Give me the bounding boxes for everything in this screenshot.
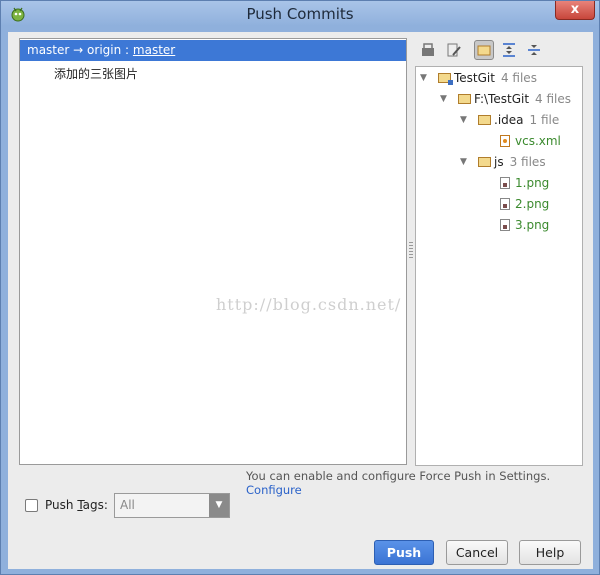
tree-dir-name: F:\TestGit <box>474 92 530 106</box>
folder-icon <box>478 157 491 167</box>
tree-file-name: 2.png <box>515 197 550 211</box>
tree-idea-name: .idea <box>494 113 524 127</box>
tree-node-file[interactable]: 2.png <box>500 195 549 213</box>
tree-node-file[interactable]: 1.png <box>500 174 549 192</box>
push-button[interactable]: Push <box>374 540 434 565</box>
folder-icon <box>458 94 471 104</box>
collapse-all-button[interactable] <box>524 40 544 60</box>
tree-js-name: js <box>494 155 504 169</box>
tree-node-js[interactable]: ▼ js 3 files <box>460 153 546 171</box>
arrow-icon: → <box>73 43 84 57</box>
group-by-directory-button[interactable] <box>474 40 494 60</box>
show-diff-button[interactable] <box>418 40 438 60</box>
splitter-handle[interactable] <box>409 242 413 258</box>
tree-dir-count: 4 files <box>535 92 572 106</box>
tree-root-count: 4 files <box>500 71 537 85</box>
image-file-icon <box>500 198 510 210</box>
collapse-all-icon <box>528 45 540 55</box>
tree-js-count: 3 files <box>509 155 546 169</box>
collapse-arrow-icon[interactable]: ▼ <box>440 90 447 108</box>
collapse-arrow-icon[interactable]: ▼ <box>420 69 427 87</box>
configure-link[interactable]: Configure <box>246 483 302 497</box>
edit-source-button[interactable] <box>444 40 464 60</box>
close-button[interactable]: x <box>555 1 595 20</box>
branch-row[interactable]: master → origin : master <box>20 40 406 61</box>
edit-source-icon <box>447 43 461 57</box>
tree-file-name: 3.png <box>515 218 550 232</box>
force-push-hint: You can enable and configure Force Push … <box>246 469 593 497</box>
branch-separator: : <box>125 43 130 57</box>
push-tags-label-prefix: Push <box>45 498 78 512</box>
push-commits-dialog: Push Commits x master → origin : master … <box>0 0 600 575</box>
tree-node-idea[interactable]: ▼ .idea 1 file <box>460 111 559 129</box>
tree-vcs-name: vcs.xml <box>515 134 561 148</box>
xml-file-icon <box>500 135 510 147</box>
group-by-directory-icon <box>477 45 491 56</box>
source-branch: master <box>27 43 70 57</box>
push-tags-label-suffix: ags: <box>82 498 108 512</box>
expand-all-button[interactable] <box>499 40 519 60</box>
push-tags-select-value: All <box>120 498 135 512</box>
dialog-content: master → origin : master 添加的三张图片 http://… <box>8 32 593 569</box>
tree-node-dir[interactable]: ▼ F:\TestGit 4 files <box>440 90 571 108</box>
force-push-hint-text: You can enable and configure Force Push … <box>246 469 551 483</box>
target-branch-link[interactable]: master <box>133 43 175 57</box>
expand-all-icon <box>503 43 515 57</box>
tree-root-name: TestGit <box>454 71 495 85</box>
changed-files-tree: ▼ TestGit 4 files ▼ F:\TestGit 4 files ▼ .… <box>415 66 583 466</box>
show-diff-icon <box>422 43 434 56</box>
collapse-arrow-icon[interactable]: ▼ <box>460 153 467 171</box>
push-tags-select[interactable]: All ▼ <box>114 493 230 518</box>
commits-panel: master → origin : master 添加的三张图片 http://… <box>19 38 407 465</box>
cancel-button[interactable]: Cancel <box>446 540 508 565</box>
window-title: Push Commits <box>246 5 354 23</box>
tree-file-name: 1.png <box>515 176 550 190</box>
image-file-icon <box>500 219 510 231</box>
tree-node-vcs[interactable]: vcs.xml <box>500 132 561 150</box>
collapse-arrow-icon[interactable]: ▼ <box>460 111 467 129</box>
tree-node-file[interactable]: 3.png <box>500 216 549 234</box>
push-tags-checkbox[interactable] <box>25 499 38 512</box>
project-folder-icon <box>438 73 453 85</box>
folder-icon <box>478 115 491 125</box>
remote-name: origin <box>87 43 122 57</box>
tree-idea-count: 1 file <box>529 113 560 127</box>
chevron-down-icon[interactable]: ▼ <box>209 494 229 517</box>
commit-item[interactable]: 添加的三张图片 <box>54 65 138 82</box>
title-bar: Push Commits x <box>1 1 599 27</box>
tree-node-root[interactable]: ▼ TestGit 4 files <box>420 69 537 87</box>
image-file-icon <box>500 177 510 189</box>
watermark: http://blog.csdn.net/ <box>216 295 402 314</box>
help-button[interactable]: Help <box>519 540 581 565</box>
push-tags-label[interactable]: Push Tags: <box>45 498 108 512</box>
